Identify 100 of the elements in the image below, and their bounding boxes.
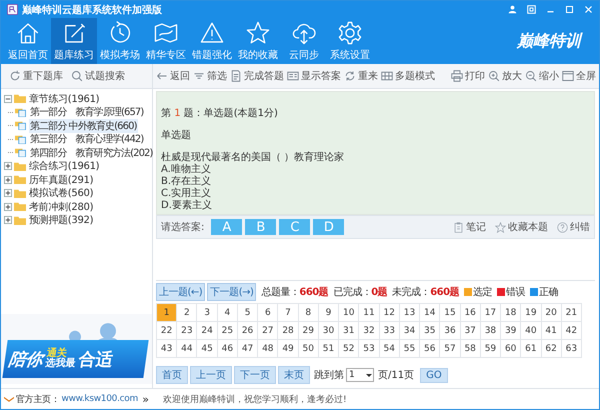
question-number-cell[interactable]: 35: [420, 322, 440, 340]
tree-item[interactable]: 考前冲刺(280): [28, 200, 94, 214]
question-number-cell[interactable]: 61: [521, 340, 542, 358]
toolbar-button[interactable]: 显示答案: [287, 69, 341, 83]
page-button[interactable]: 首页: [156, 366, 188, 384]
page-select[interactable]: 1: [346, 368, 374, 382]
action-button[interactable]: 纠错: [557, 220, 590, 234]
tree-item[interactable]: 综合练习(1961): [28, 159, 100, 174]
question-number-cell[interactable]: 30: [318, 322, 340, 340]
question-number-cell[interactable]: 14: [420, 304, 440, 322]
question-number-cell[interactable]: 49: [278, 340, 299, 358]
question-number-cell[interactable]: 48: [258, 340, 278, 358]
question-number-cell[interactable]: 3: [197, 304, 218, 322]
toolbar-button[interactable]: 筛选: [193, 69, 227, 83]
question-number-cell[interactable]: 37: [460, 322, 481, 340]
nav-tab[interactable]: 我的收藏: [235, 18, 281, 64]
question-number-cell[interactable]: 23: [177, 322, 198, 340]
question-number-cell[interactable]: 1: [157, 304, 178, 322]
question-number-cell[interactable]: 50: [298, 340, 319, 358]
question-number-cell[interactable]: 21: [562, 304, 582, 322]
question-number-cell[interactable]: 43: [157, 340, 178, 358]
toolbar-button[interactable]: 完成答题: [230, 69, 284, 83]
tree-item[interactable]: 第二部分 中外教育史(660): [29, 118, 138, 133]
question-number-cell[interactable]: 32: [359, 322, 380, 340]
tree-item[interactable]: 预测押题(392): [28, 213, 94, 228]
question-number-cell[interactable]: 19: [521, 304, 542, 322]
question-number-cell[interactable]: 22: [157, 322, 178, 340]
page-button[interactable]: 上一页: [190, 366, 232, 384]
question-number-cell[interactable]: 4: [218, 304, 238, 322]
question-number-cell[interactable]: 27: [258, 322, 278, 340]
go-button[interactable]: GO: [420, 368, 448, 382]
question-number-cell[interactable]: 34: [400, 322, 420, 340]
question-number-cell[interactable]: 5: [238, 304, 258, 322]
page-button[interactable]: 末页: [278, 366, 310, 384]
nav-tab[interactable]: 精华专区: [143, 18, 189, 64]
expander-icon[interactable]: [4, 162, 12, 170]
action-button[interactable]: 笔记: [453, 220, 486, 234]
question-number-cell[interactable]: 60: [501, 340, 522, 358]
nav-tab[interactable]: 错题强化: [189, 18, 235, 64]
expander-icon[interactable]: [4, 94, 12, 103]
question-number-cell[interactable]: 56: [420, 340, 440, 358]
toolbar-button[interactable]: 放大: [488, 69, 522, 83]
question-number-cell[interactable]: 8: [298, 304, 319, 322]
next-question-button[interactable]: 下一题(→): [207, 283, 256, 301]
toolbar-button[interactable]: 缩小: [525, 69, 559, 83]
toolbar-button[interactable]: 重来: [344, 69, 378, 83]
question-number-cell[interactable]: 16: [460, 304, 481, 322]
nav-tab[interactable]: 系统设置: [327, 18, 373, 64]
question-number-cell[interactable]: 15: [440, 304, 461, 322]
tree-item[interactable]: 第三部分 教育心理学(442): [29, 132, 144, 146]
question-number-cell[interactable]: 57: [440, 340, 461, 358]
toolbar-button[interactable]: 重下题库: [9, 69, 63, 83]
page-button[interactable]: 下一页: [234, 366, 276, 384]
question-number-cell[interactable]: 13: [400, 304, 420, 322]
action-button[interactable]: 收藏本题: [495, 220, 548, 234]
question-number-cell[interactable]: 58: [460, 340, 481, 358]
question-number-cell[interactable]: 62: [542, 340, 562, 358]
question-number-cell[interactable]: 20: [542, 304, 562, 322]
maximize-icon[interactable]: [565, 5, 574, 14]
tree-item[interactable]: 第一部分 教育学原理(657): [29, 105, 144, 120]
expander-icon[interactable]: [4, 189, 12, 198]
nav-tab[interactable]: 题库练习: [51, 18, 97, 64]
question-number-cell[interactable]: 18: [501, 304, 522, 322]
question-number-cell[interactable]: 12: [380, 304, 400, 322]
expander-icon[interactable]: [4, 202, 12, 211]
question-number-cell[interactable]: 59: [480, 340, 502, 358]
question-number-cell[interactable]: 7: [278, 304, 299, 322]
question-number-cell[interactable]: 42: [562, 322, 582, 340]
question-number-cell[interactable]: 63: [562, 340, 582, 358]
tree-item[interactable]: 模拟试卷(560): [28, 186, 94, 200]
toolbar-button[interactable]: 试题搜索: [71, 69, 125, 83]
question-number-cell[interactable]: 9: [318, 304, 340, 322]
question-number-cell[interactable]: 6: [258, 304, 278, 322]
skin-icon[interactable]: [527, 5, 536, 14]
expander-icon[interactable]: [4, 176, 12, 184]
close-icon[interactable]: [584, 5, 593, 14]
expander-icon[interactable]: [4, 216, 12, 224]
nav-tab[interactable]: 模拟考场: [97, 18, 143, 64]
question-number-cell[interactable]: 2: [177, 304, 198, 322]
question-number-cell[interactable]: 51: [318, 340, 340, 358]
tree-item[interactable]: 第四部分 教育研究方法(202): [29, 146, 154, 160]
previous-question-button[interactable]: 上一题(←): [156, 283, 206, 301]
question-number-cell[interactable]: 26: [238, 322, 258, 340]
question-number-cell[interactable]: 53: [359, 340, 380, 358]
question-number-cell[interactable]: 11: [359, 304, 380, 322]
question-number-cell[interactable]: 46: [218, 340, 238, 358]
question-number-cell[interactable]: 52: [339, 340, 360, 358]
toolbar-button[interactable]: 多题模式: [381, 69, 435, 83]
question-number-cell[interactable]: 28: [278, 322, 299, 340]
question-number-cell[interactable]: 39: [501, 322, 522, 340]
tree-item[interactable]: 章节练习(1961): [28, 92, 100, 106]
question-number-cell[interactable]: 29: [298, 322, 319, 340]
question-number-cell[interactable]: 25: [218, 322, 238, 340]
user-icon[interactable]: [508, 5, 517, 14]
collapse-button[interactable]: »: [142, 392, 149, 406]
nav-tab[interactable]: 云同步: [281, 18, 327, 64]
question-number-cell[interactable]: 40: [521, 322, 542, 340]
toolbar-button[interactable]: 返回: [156, 69, 190, 83]
question-number-cell[interactable]: 38: [480, 322, 502, 340]
tree-item[interactable]: 历年真题(291): [28, 172, 94, 187]
